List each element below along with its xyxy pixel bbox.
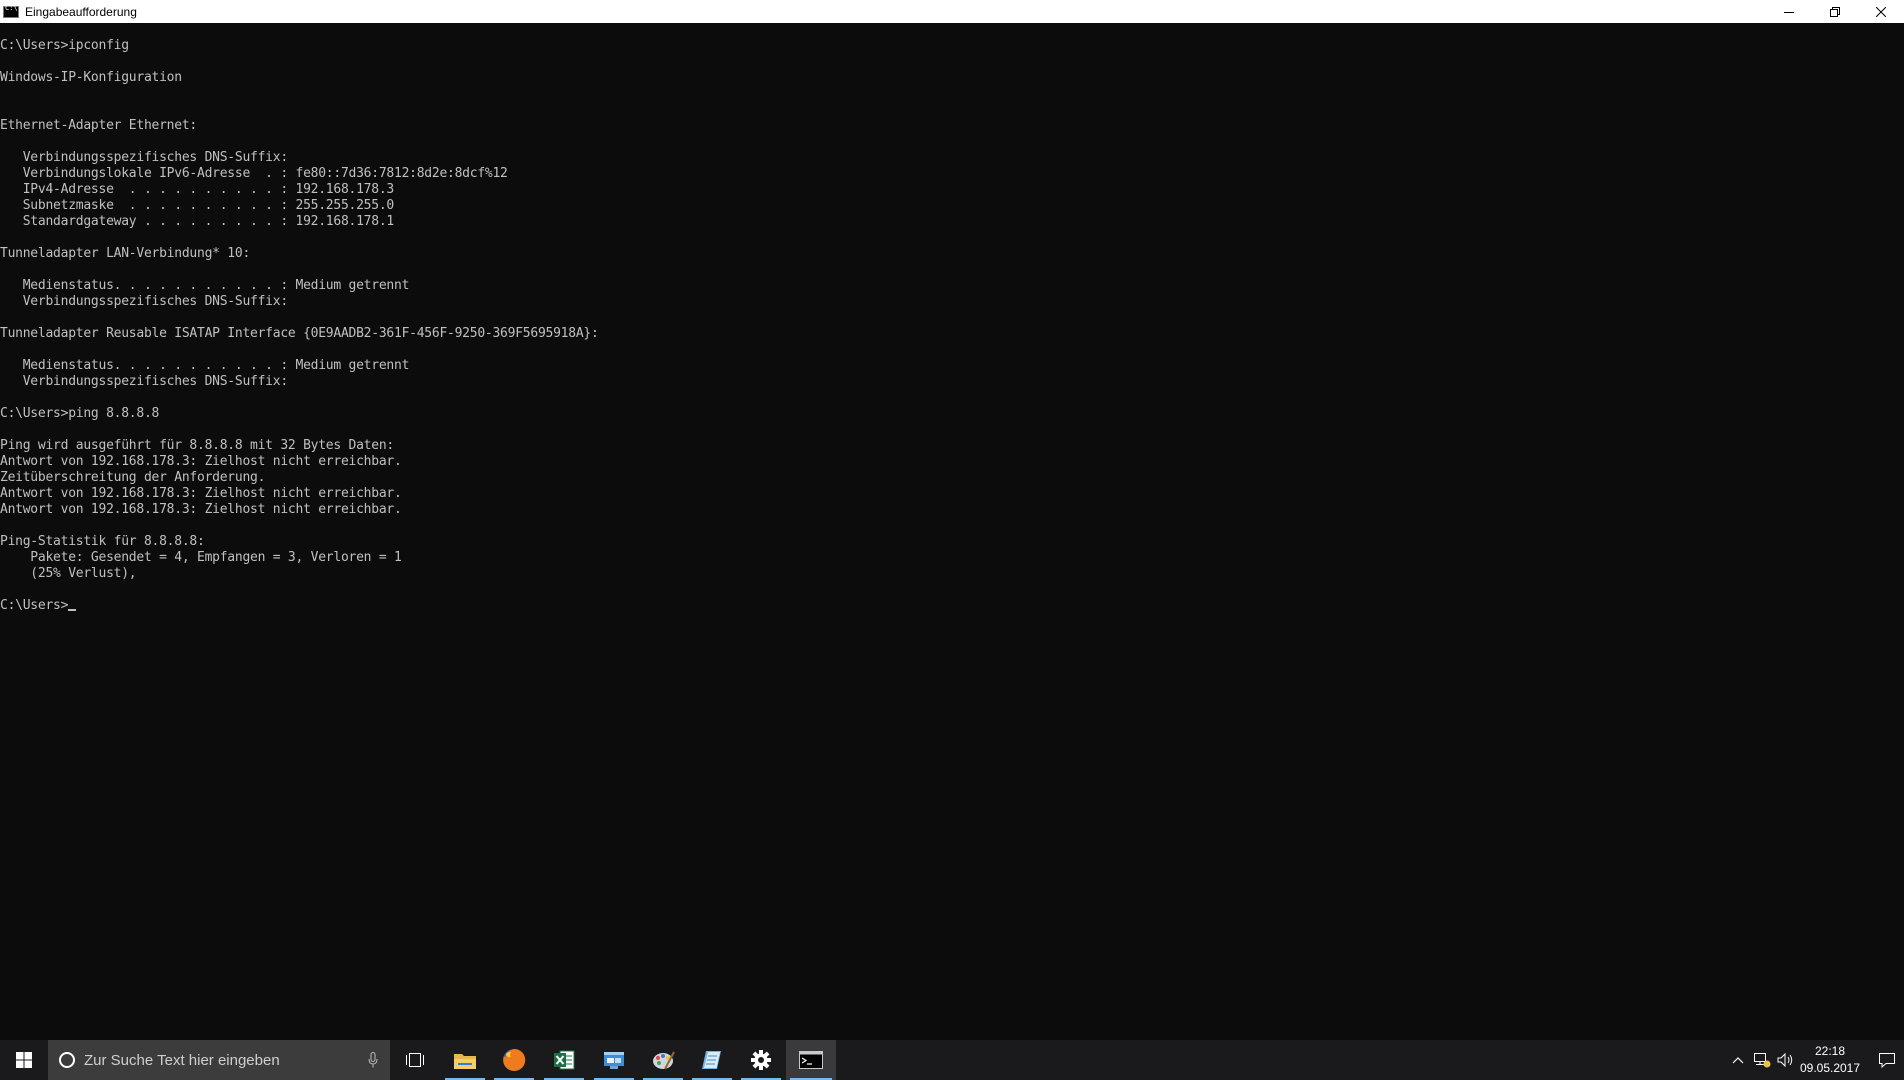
taskbar-search-box[interactable]: Zur Suche Text hier eingeben — [48, 1040, 390, 1080]
console-line: Medienstatus. . . . . . . . . . . : Medi… — [0, 358, 410, 373]
taskbar-app-paint[interactable] — [639, 1040, 687, 1080]
chevron-up-icon — [1732, 1057, 1744, 1064]
console-line: Ping-Statistik für 8.8.8.8: — [0, 534, 205, 549]
console-line: Verbindungsspezifisches DNS-Suffix: — [0, 374, 288, 389]
action-center-button[interactable] — [1870, 1040, 1904, 1080]
taskbar-app-firefox[interactable] — [490, 1040, 538, 1080]
restore-button[interactable] — [1812, 0, 1858, 23]
console-line: Windows-IP-Konfiguration — [0, 70, 182, 85]
console-line: Ping wird ausgeführt für 8.8.8.8 mit 32 … — [0, 438, 394, 453]
console-line: IPv4-Adresse . . . . . . . . . . : 192.1… — [0, 182, 395, 197]
firefox-icon — [503, 1048, 526, 1071]
console-line: (25% Verlust), — [0, 566, 137, 581]
console-line: Verbindungsspezifisches DNS-Suffix: — [0, 294, 288, 309]
console-line: Zeitüberschreitung der Anforderung. — [0, 470, 266, 485]
console-line: Verbindungslokale IPv6-Adresse . : fe80:… — [0, 166, 508, 181]
window-controls — [1766, 0, 1904, 23]
network-icon — [1754, 1053, 1771, 1068]
notepad-icon — [702, 1051, 721, 1069]
console-line: Subnetzmaske . . . . . . . . . . : 255.2… — [0, 198, 395, 213]
clock-time: 22:18 — [1814, 1044, 1846, 1058]
excel-icon — [554, 1050, 575, 1070]
taskbar-app-command-prompt[interactable] — [786, 1040, 836, 1080]
console-line: C:\Users> — [0, 598, 599, 614]
taskbar: Zur Suche Text hier eingeben 22:18 09.05… — [0, 1040, 1904, 1080]
cmd-app-icon[interactable] — [3, 4, 19, 18]
paint-icon — [653, 1051, 675, 1070]
restore-icon — [1830, 6, 1840, 17]
window-title: Eingabeaufforderung — [25, 4, 137, 19]
microphone-icon[interactable] — [368, 1052, 378, 1068]
console-line: Tunneladapter LAN-Verbindung* 10: — [0, 246, 251, 261]
taskbar-clock[interactable]: 22:18 09.05.2017 — [1790, 1040, 1870, 1080]
folder-icon — [454, 1054, 476, 1069]
console-line: Antwort von 192.168.178.3: Zielhost nich… — [0, 486, 402, 501]
taskbar-app-network[interactable] — [590, 1040, 638, 1080]
terminal-icon — [799, 1051, 823, 1069]
desktop: Eingabeaufforderung C:\Users>ipconfig Win… — [0, 0, 1904, 1080]
console-output-area[interactable]: C:\Users>ipconfig Windows-IP-Konfiguratio… — [0, 23, 1904, 1040]
close-button[interactable] — [1858, 0, 1904, 23]
taskbar-app-excel[interactable] — [540, 1040, 588, 1080]
taskbar-app-settings[interactable] — [737, 1040, 785, 1080]
taskbar-app-notepad[interactable] — [688, 1040, 736, 1080]
task-view-icon — [406, 1053, 424, 1067]
console-line: Tunneladapter Reusable ISATAP Interface … — [0, 326, 599, 341]
console-line: Pakete: Gesendet = 4, Empfangen = 3, Ver… — [0, 550, 402, 565]
gear-icon — [751, 1050, 771, 1070]
windows-logo-icon — [15, 1052, 32, 1068]
console-lines: C:\Users>ipconfig Windows-IP-Konfiguratio… — [0, 38, 599, 614]
console-line: Standardgateway . . . . . . . . . : 192.… — [0, 214, 395, 229]
console-line: Verbindungsspezifisches DNS-Suffix: — [0, 150, 288, 165]
console-line: Antwort von 192.168.178.3: Zielhost nich… — [0, 502, 402, 517]
task-view-button[interactable] — [391, 1040, 439, 1080]
console-line: Antwort von 192.168.178.3: Zielhost nich… — [0, 454, 402, 469]
network-tray-button[interactable] — [1750, 1040, 1774, 1080]
title-bar[interactable]: Eingabeaufforderung — [0, 0, 1904, 23]
network-window-icon — [604, 1052, 624, 1069]
cortana-icon — [59, 1052, 75, 1068]
show-hidden-icons-button[interactable] — [1726, 1040, 1750, 1080]
console-line: Medienstatus. . . . . . . . . . . : Medi… — [0, 278, 410, 293]
minimize-icon — [1784, 11, 1794, 13]
minimize-button[interactable] — [1766, 0, 1812, 23]
search-placeholder: Zur Suche Text hier eingeben — [84, 1051, 280, 1069]
start-button[interactable] — [0, 1040, 47, 1080]
close-icon — [1876, 6, 1886, 17]
console-line: Ethernet-Adapter Ethernet: — [0, 118, 197, 133]
notification-icon — [1879, 1053, 1895, 1068]
text-cursor — [68, 609, 77, 611]
taskbar-app-file-explorer[interactable] — [441, 1040, 489, 1080]
console-line: C:\Users>ipconfig — [0, 38, 129, 53]
clock-date: 09.05.2017 — [1799, 1061, 1861, 1075]
console-line: C:\Users>ping 8.8.8.8 — [0, 406, 160, 421]
